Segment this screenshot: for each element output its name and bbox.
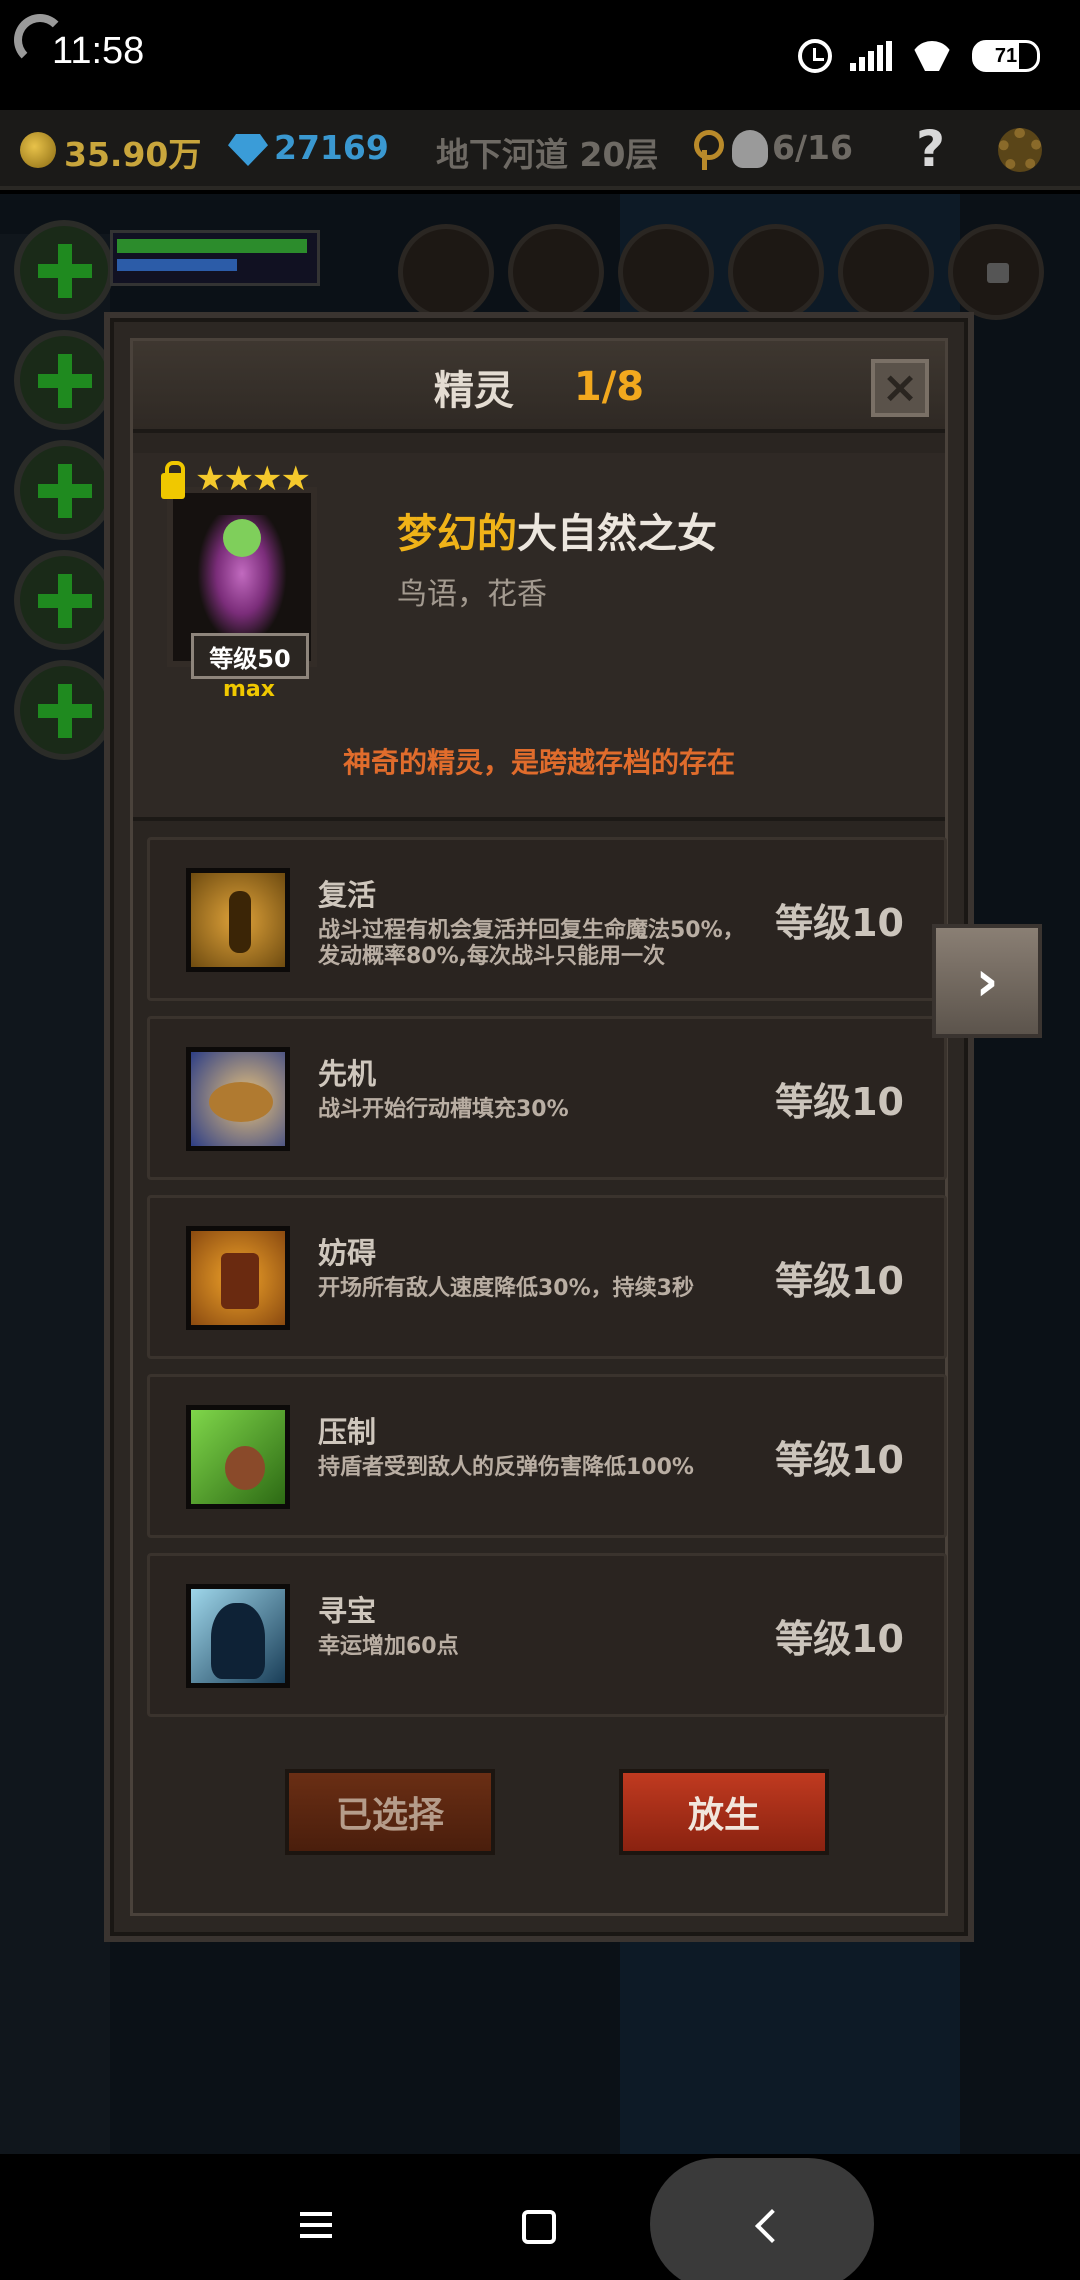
spirit-info-panel: ★★★★ 等级50 max 梦幻的大自然之女 鸟语，花香 神奇的精灵，是跨越存档… <box>133 453 945 821</box>
chained-boot-icon <box>186 1226 290 1330</box>
selected-button[interactable]: 已选择 <box>285 1769 495 1855</box>
skill-level: 等级10 <box>775 901 904 945</box>
spirit-name-prefix: 梦幻的 <box>397 511 517 557</box>
skill-name: 复活 <box>318 878 377 912</box>
spirit-description: 神奇的精灵，是跨越存档的存在 <box>342 746 735 779</box>
skill-description: 开场所有敌人速度降低30%，持续3秒 <box>318 1276 694 1301</box>
alarm-icon <box>798 39 832 73</box>
spirit-dialog-frame: 精灵 1/8 × ★★★★ 等级50 max 梦幻的大自然之女 鸟语，花香 神奇… <box>130 338 948 1916</box>
diamond-icon <box>228 134 268 166</box>
skill-name: 先机 <box>318 1057 377 1091</box>
skill-name: 妨碍 <box>318 1236 377 1270</box>
skill-row-suppress[interactable]: 压制 持盾者受到敌人的反弹伤害降低100% 等级10 <box>147 1374 947 1538</box>
skill-row-revive[interactable]: 复活 战斗过程有机会复活并回复生命魔法50%，发动概率80%,每次战斗只能用一次… <box>147 837 947 1001</box>
fairy-image <box>197 515 287 645</box>
skill-description: 持盾者受到敌人的反弹伤害降低100% <box>318 1455 694 1480</box>
max-label: max <box>223 677 275 702</box>
signal-icon <box>850 41 892 71</box>
wifi-icon <box>910 41 954 71</box>
dialog-header: 精灵 1/8 × <box>133 341 945 433</box>
skill-level: 等级10 <box>775 1438 904 1482</box>
page-indicator: 1/8 <box>573 364 645 410</box>
chevron-right-icon: › <box>975 948 999 1014</box>
spirit-subtitle: 鸟语，花香 <box>397 577 547 612</box>
item-slot[interactable] <box>508 224 604 320</box>
skill-description: 战斗开始行动槽填充30% <box>318 1097 569 1122</box>
game-top-bar: 35.90万 27169 地下河道 20层 6/16 ? <box>0 110 1080 190</box>
help-icon[interactable]: ? <box>916 120 945 178</box>
skill-description: 幸运增加60点 <box>318 1634 459 1659</box>
lock-icon <box>161 461 185 499</box>
close-button[interactable]: × <box>871 359 929 417</box>
dungeon-location: 地下河道 20层 <box>436 135 659 174</box>
item-slot[interactable] <box>728 224 824 320</box>
gold-amount: 35.90万 <box>64 135 202 174</box>
gold-coin-icon <box>20 132 56 168</box>
status-bar: 11:58 71 <box>0 0 1080 110</box>
revive-icon <box>186 868 290 972</box>
skill-level: 等级10 <box>775 1080 904 1124</box>
release-button[interactable]: 放生 <box>619 1769 829 1855</box>
gear-icon[interactable] <box>998 128 1042 172</box>
close-icon: × <box>881 362 919 413</box>
home-icon[interactable] <box>522 2210 556 2244</box>
battery-indicator: 71 <box>972 40 1040 72</box>
party-slot[interactable] <box>14 440 114 540</box>
menu-icon[interactable] <box>300 2212 332 2238</box>
key-icon <box>690 130 724 170</box>
skill-row-hinder[interactable]: 妨碍 开场所有敌人速度降低30%，持续3秒 等级10 <box>147 1195 947 1359</box>
skill-description: 战斗过程有机会复活并回复生命魔法50%，发动概率80%,每次战斗只能用一次 <box>318 918 745 969</box>
dialog-title-row: 精灵 1/8 <box>133 341 945 433</box>
hp-mp-bar <box>110 230 320 286</box>
next-page-button[interactable]: › <box>932 924 1042 1038</box>
star-rating: ★★★★ <box>195 459 311 499</box>
item-slot[interactable] <box>838 224 934 320</box>
skill-level: 等级10 <box>775 1617 904 1661</box>
item-slot[interactable] <box>618 224 714 320</box>
spirit-level-badge: 等级50 <box>191 633 309 679</box>
spirit-dialog: 精灵 1/8 × ★★★★ 等级50 max 梦幻的大自然之女 鸟语，花香 神奇… <box>104 312 974 1942</box>
locked-slot[interactable] <box>948 224 1044 320</box>
kill-counter: 6/16 <box>772 128 853 167</box>
party-slot[interactable] <box>14 660 114 760</box>
spirit-name: 梦幻的大自然之女 <box>397 501 717 559</box>
skill-level: 等级10 <box>775 1259 904 1303</box>
skull-icon <box>732 130 768 168</box>
dialog-title: 精灵 <box>433 368 514 414</box>
spirit-name-main: 大自然之女 <box>517 511 717 557</box>
navigation-bar <box>0 2154 1080 2280</box>
party-slot[interactable] <box>14 220 114 320</box>
status-icons: 71 <box>798 38 1040 74</box>
gem-amount: 27169 <box>274 128 389 167</box>
skill-name: 压制 <box>318 1415 377 1449</box>
skill-name: 寻宝 <box>318 1594 377 1628</box>
skill-row-initiative[interactable]: 先机 战斗开始行动槽填充30% 等级10 <box>147 1016 947 1180</box>
item-slot[interactable] <box>398 224 494 320</box>
leopard-icon <box>186 1047 290 1151</box>
silhouette-stars-icon <box>186 1584 290 1688</box>
skill-row-treasure[interactable]: 寻宝 幸运增加60点 等级10 <box>147 1553 947 1717</box>
battery-level: 71 <box>994 44 1018 67</box>
status-time: 11:58 <box>52 30 145 72</box>
party-slot[interactable] <box>14 550 114 650</box>
claw-icon <box>186 1405 290 1509</box>
party-slot[interactable] <box>14 330 114 430</box>
